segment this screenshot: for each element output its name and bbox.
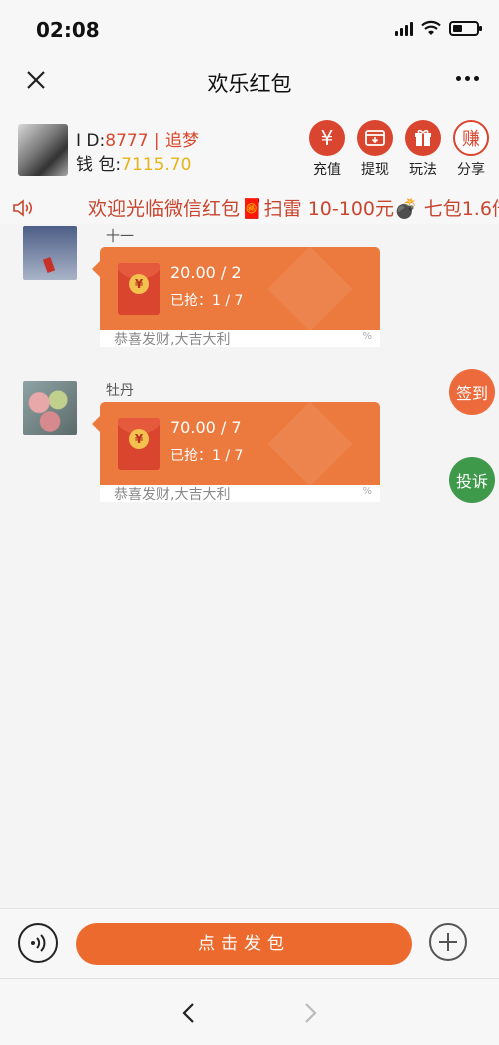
red-packet-card[interactable]: ¥ 70.00 / 7 已抢：1 / 7 恭喜发财,大吉大利 % [92,402,380,503]
voice-icon [31,934,46,952]
send-red-packet-button[interactable]: 点击发包 [76,923,412,965]
percent-icon: % [362,486,372,497]
wifi-icon [421,20,441,35]
avatar[interactable] [23,226,77,280]
earn-icon: 赚 [453,120,489,156]
sender-nickname: 牡丹 [106,383,134,399]
announcement-marquee: 欢迎光临微信红包🧧扫雷 10-100元💣 七包1.6倍 [0,190,499,224]
page-title: 欢乐红包 [207,72,292,96]
checkin-button[interactable]: 签到 [449,369,495,415]
status-time: 02:08 [36,18,100,42]
withdraw-icon [357,120,393,156]
recharge-button[interactable]: ¥ 充值 [309,120,345,179]
user-id: I D:8777 | 追梦 [76,126,199,151]
chevron-left-icon[interactable] [175,999,203,1027]
nav-bar: 欢乐红包 [0,58,499,106]
voice-button[interactable] [18,923,58,963]
share-button[interactable]: 赚 分享 [453,120,489,179]
chevron-right-icon[interactable] [296,999,324,1027]
gift-icon [405,120,441,156]
red-packet-greeting: 恭喜发财,大吉大利 [114,487,231,503]
browser-toolbar [0,978,499,1045]
red-envelope-icon: ¥ [118,418,160,470]
recharge-label: 充值 [313,162,341,178]
complain-button[interactable]: 投诉 [449,457,495,503]
status-icons [395,20,482,36]
sender-nickname: 十一 [106,229,134,245]
more-icon[interactable] [456,76,479,81]
announcement-text: 欢迎光临微信红包🧧扫雷 10-100元💣 七包1.6倍 [88,198,499,220]
status-bar: 02:08 [0,0,499,58]
percent-icon: % [362,331,372,342]
user-id-value: 8777 | 追梦 [105,131,200,151]
red-packet-grab-status: 已抢：1 / 7 [170,293,244,309]
share-label: 分享 [457,162,485,178]
yen-icon: ¥ [309,120,345,156]
user-id-label: I D: [76,131,106,151]
withdraw-label: 提现 [361,162,389,178]
red-packet-greeting: 恭喜发财,大吉大利 [114,332,231,348]
user-info-bar: I D:8777 | 追梦 钱 包:7115.70 ¥ 充值 提现 玩法 赚 分… [0,106,499,190]
red-envelope-icon: ¥ [118,263,160,315]
avatar [18,124,68,176]
rules-button[interactable]: 玩法 [405,120,441,179]
red-packet-amount: 70.00 / 7 [170,418,242,437]
plus-icon[interactable] [429,923,467,961]
withdraw-button[interactable]: 提现 [357,120,393,179]
bottom-bar: 点击发包 [0,908,499,978]
wallet-label: 钱 包: [76,155,122,175]
wallet: 钱 包:7115.70 [76,150,191,175]
chat-area[interactable]: 十一 ¥ 20.00 / 2 已抢：1 / 7 恭喜发财,大吉大利 % 牡丹 ¥… [0,224,499,908]
wallet-balance: 7115.70 [121,155,192,175]
red-packet-grab-status: 已抢：1 / 7 [170,448,244,464]
rules-label: 玩法 [409,162,437,178]
signal-icon [395,20,413,36]
speaker-icon [13,199,32,217]
avatar[interactable] [23,381,77,435]
battery-icon [449,20,482,36]
action-buttons: ¥ 充值 提现 玩法 赚 分享 [309,120,489,179]
red-packet-amount: 20.00 / 2 [170,263,242,282]
red-packet-card[interactable]: ¥ 20.00 / 2 已抢：1 / 7 恭喜发财,大吉大利 % [92,247,380,348]
